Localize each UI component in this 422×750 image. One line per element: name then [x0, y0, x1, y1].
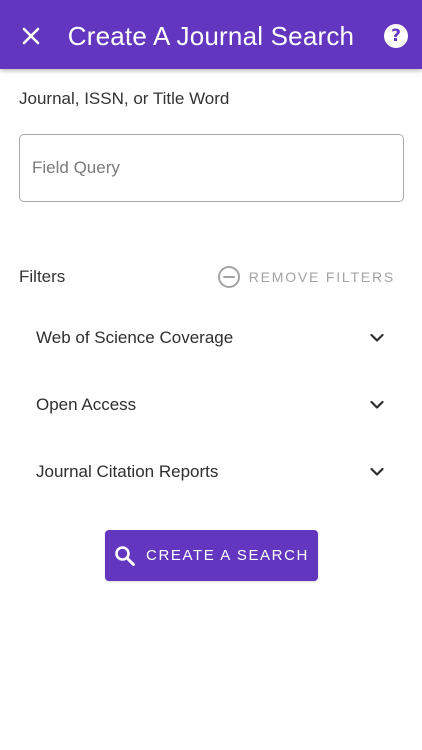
filter-label: Open Access	[36, 395, 137, 414]
remove-filters-button[interactable]: REMOVE FILTERS	[217, 263, 395, 291]
filter-label: Web of Science Coverage	[36, 328, 234, 347]
minus-circle-icon	[217, 266, 240, 288]
chevron-down-icon	[370, 400, 384, 409]
filters-heading: Filters	[19, 267, 66, 286]
chevron-down-icon	[370, 333, 384, 342]
create-search-label: CREATE A SEARCH	[146, 547, 309, 564]
help-button[interactable]: ?	[384, 24, 408, 48]
search-icon	[115, 545, 136, 566]
help-icon: ?	[391, 25, 401, 46]
filter-web-of-science-coverage[interactable]: Web of Science Coverage	[36, 318, 386, 358]
filter-open-access[interactable]: Open Access	[36, 385, 386, 425]
query-field-label: Journal, ISSN, or Title Word	[19, 89, 230, 108]
chevron-down-icon	[370, 467, 384, 476]
create-search-button[interactable]: CREATE A SEARCH	[105, 530, 318, 581]
filter-journal-citation-reports[interactable]: Journal Citation Reports	[36, 452, 386, 492]
app-bar: Create A Journal Search ?	[0, 0, 422, 69]
page-title: Create A Journal Search	[67, 21, 355, 51]
filter-label: Journal Citation Reports	[36, 462, 219, 481]
field-query-input[interactable]	[19, 134, 404, 202]
remove-filters-label: REMOVE FILTERS	[248, 269, 395, 285]
